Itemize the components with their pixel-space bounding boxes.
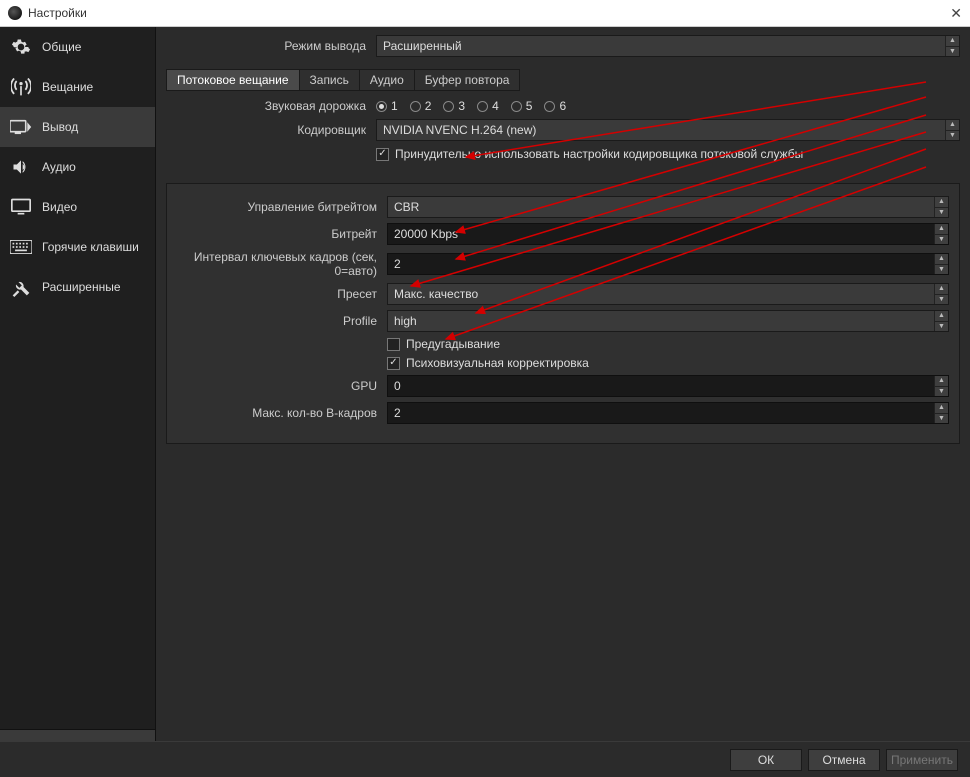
- input-value: 20000 Kbps: [394, 227, 458, 241]
- tab-streaming[interactable]: Потоковое вещание: [166, 69, 299, 91]
- apply-button[interactable]: Применить: [886, 749, 958, 771]
- checkbox-icon: ✓: [387, 357, 400, 370]
- sidebar-item-label: Расширенные: [42, 280, 121, 294]
- dialog-footer: ОК Отмена Применить: [0, 741, 970, 777]
- gear-icon: [10, 37, 32, 57]
- encoder-select[interactable]: NVIDIA NVENC H.264 (new) ▲▼: [376, 119, 960, 141]
- rate-control-label: Управление битрейтом: [177, 200, 387, 214]
- cancel-button[interactable]: Отмена: [808, 749, 880, 771]
- speaker-icon: [10, 157, 32, 177]
- sidebar-item-video[interactable]: Видео: [0, 187, 155, 227]
- checkbox-icon: ✓: [376, 148, 389, 161]
- encoder-settings-group: Управление битрейтом CBR ▲▼ Битрейт 2000…: [166, 183, 960, 444]
- audio-track-2[interactable]: 2: [410, 99, 432, 113]
- audio-track-6[interactable]: 6: [544, 99, 566, 113]
- audio-track-5[interactable]: 5: [511, 99, 533, 113]
- main-panel: Режим вывода Расширенный ▲▼ Потоковое ве…: [156, 27, 970, 741]
- checkbox-icon: [387, 338, 400, 351]
- sidebar-item-label: Горячие клавиши: [42, 240, 139, 254]
- checkbox-label: Принудительно использовать настройки код…: [395, 147, 803, 161]
- sidebar-item-stream[interactable]: Вещание: [0, 67, 155, 107]
- tools-icon: [10, 277, 32, 297]
- sidebar-item-hotkeys[interactable]: Горячие клавиши: [0, 227, 155, 267]
- tab-recording[interactable]: Запись: [299, 69, 359, 91]
- keyboard-icon: [10, 240, 32, 254]
- checkbox-label: Психовизуальная корректировка: [406, 356, 589, 370]
- select-value: CBR: [394, 200, 419, 214]
- output-mode-select[interactable]: Расширенный ▲▼: [376, 35, 960, 57]
- sidebar-item-audio[interactable]: Аудио: [0, 147, 155, 187]
- sidebar-item-label: Вывод: [42, 120, 78, 134]
- close-icon[interactable]: ✕: [950, 5, 962, 22]
- profile-select[interactable]: high ▲▼: [387, 310, 949, 332]
- select-value: NVIDIA NVENC H.264 (new): [383, 123, 536, 137]
- sidebar-item-label: Вещание: [42, 80, 93, 94]
- lookahead-checkbox[interactable]: Предугадывание: [387, 337, 949, 351]
- chevron-down-icon: ▼: [946, 46, 959, 57]
- sidebar-item-label: Общие: [42, 40, 81, 54]
- sidebar-item-label: Видео: [42, 200, 77, 214]
- select-value: Расширенный: [383, 39, 462, 53]
- window-title: Настройки: [28, 6, 87, 20]
- ok-button[interactable]: ОК: [730, 749, 802, 771]
- psycho-checkbox[interactable]: ✓ Психовизуальная корректировка: [387, 356, 949, 370]
- encoder-label: Кодировщик: [166, 123, 376, 137]
- tab-replay-buffer[interactable]: Буфер повтора: [414, 69, 521, 91]
- sidebar-item-general[interactable]: Общие: [0, 27, 155, 67]
- monitor-icon: [10, 198, 32, 216]
- chevron-down-icon: ▼: [946, 130, 959, 141]
- profile-label: Profile: [177, 314, 387, 328]
- input-value: 2: [394, 406, 401, 420]
- sidebar-scrollbar[interactable]: [0, 729, 155, 741]
- keyint-label: Интервал ключевых кадров (сек, 0=авто): [177, 250, 387, 278]
- output-mode-label: Режим вывода: [166, 39, 376, 53]
- gpu-label: GPU: [177, 379, 387, 393]
- preset-label: Пресет: [177, 287, 387, 301]
- rate-control-select[interactable]: CBR ▲▼: [387, 196, 949, 218]
- bframes-input[interactable]: 2 ▲▼: [387, 402, 949, 424]
- keyint-input[interactable]: 2 ▲▼: [387, 253, 949, 275]
- select-value: high: [394, 314, 417, 328]
- audio-track-3[interactable]: 3: [443, 99, 465, 113]
- bframes-label: Макс. кол-во B-кадров: [177, 406, 387, 420]
- audio-track-4[interactable]: 4: [477, 99, 499, 113]
- audio-track-radios: 1 2 3 4 5 6: [376, 99, 960, 113]
- output-icon: [10, 118, 32, 136]
- sidebar-item-advanced[interactable]: Расширенные: [0, 267, 155, 307]
- preset-select[interactable]: Макс. качество ▲▼: [387, 283, 949, 305]
- enforce-encoder-checkbox[interactable]: ✓ Принудительно использовать настройки к…: [376, 147, 960, 161]
- tab-audio[interactable]: Аудио: [359, 69, 414, 91]
- output-tabs: Потоковое вещание Запись Аудио Буфер пов…: [166, 69, 960, 91]
- input-value: 2: [394, 257, 401, 271]
- antenna-icon: [10, 77, 32, 97]
- gpu-input[interactable]: 0 ▲▼: [387, 375, 949, 397]
- bitrate-input[interactable]: 20000 Kbps ▲▼: [387, 223, 949, 245]
- app-icon: [8, 6, 22, 20]
- checkbox-label: Предугадывание: [406, 337, 500, 351]
- sidebar: Общие Вещание Вывод Аудио Видео: [0, 27, 156, 741]
- chevron-up-icon: ▲: [946, 36, 959, 46]
- input-value: 0: [394, 379, 401, 393]
- sidebar-item-output[interactable]: Вывод: [0, 107, 155, 147]
- sidebar-item-label: Аудио: [42, 160, 76, 174]
- audio-track-label: Звуковая дорожка: [166, 99, 376, 113]
- select-value: Макс. качество: [394, 287, 478, 301]
- audio-track-1[interactable]: 1: [376, 99, 398, 113]
- bitrate-label: Битрейт: [177, 227, 387, 241]
- chevron-up-icon: ▲: [946, 120, 959, 130]
- titlebar: Настройки ✕: [0, 0, 970, 27]
